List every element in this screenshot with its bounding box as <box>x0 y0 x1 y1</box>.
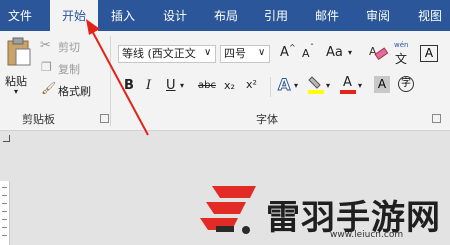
tab-review[interactable]: 审阅 <box>366 7 390 24</box>
clipboard-icon <box>7 37 31 66</box>
shrink-arrow-icon: ˇ <box>310 43 314 52</box>
ruler-tick <box>2 203 7 204</box>
font-color-button[interactable]: A <box>340 75 356 95</box>
underline-chevron-icon[interactable]: ▾ <box>180 81 184 90</box>
strikethrough-button[interactable]: abc <box>198 80 216 91</box>
ruler-tick <box>2 219 7 220</box>
font-group-label: 字体 <box>256 113 278 126</box>
font-color-bar <box>340 90 356 94</box>
font-color-text: A <box>343 75 352 90</box>
grow-font-button[interactable]: A <box>280 45 289 60</box>
clipboard-group-label: 剪贴板 <box>22 113 55 126</box>
ribbon-home: 粘贴 ▾ ✂ 剪切 ❐ 复制 🖌 格式刷 剪贴板 等线 (西文正文 ∨ 四号 ∨… <box>0 31 450 131</box>
highlight-chevron-icon[interactable]: ▾ <box>326 81 330 90</box>
enclose-characters-text: 字 <box>401 78 411 89</box>
subscript-button[interactable]: x₂ <box>224 79 235 92</box>
ruler-tick <box>2 195 7 196</box>
watermark-logo-icon <box>200 186 256 234</box>
ribbon-tab-bar: 文件 开始 插入 设计 布局 引用 邮件 审阅 视图 <box>0 0 450 31</box>
tab-layout[interactable]: 布局 <box>214 7 238 24</box>
ruler-tick <box>2 235 7 236</box>
font-dialog-launcher-icon[interactable] <box>432 114 441 123</box>
watermark-url: www.leiucn.com <box>330 230 404 240</box>
superscript-button[interactable]: x² <box>246 78 257 91</box>
paste-button[interactable]: 粘贴 ▾ <box>2 37 36 101</box>
annotation-arrow-icon <box>86 19 149 136</box>
clear-formatting-icon[interactable]: A <box>368 44 388 62</box>
text-effect-button[interactable]: A <box>277 75 290 95</box>
change-case-button[interactable]: Aa <box>326 45 343 60</box>
cut-label: 剪切 <box>58 41 80 54</box>
tab-mailings[interactable]: 邮件 <box>315 7 339 24</box>
tab-view[interactable]: 视图 <box>418 7 442 24</box>
font-size-chevron-icon[interactable]: ∨ <box>258 47 266 58</box>
font-name-chevron-icon[interactable]: ∨ <box>204 47 212 58</box>
tab-stop-icon[interactable] <box>3 135 10 142</box>
phonetic-bottom-text: 文 <box>395 52 408 66</box>
highlight-button[interactable] <box>308 75 324 95</box>
character-border-text: A <box>424 46 434 60</box>
ruler-tick <box>2 211 7 212</box>
copy-label: 复制 <box>58 63 80 76</box>
tab-file[interactable]: 文件 <box>8 7 32 24</box>
phonetic-guide-button[interactable]: wén 文 <box>392 41 414 66</box>
shrink-font-button[interactable]: A <box>302 47 310 60</box>
change-case-chevron-icon[interactable]: ▾ <box>348 48 352 57</box>
character-shading-text: A <box>377 77 387 91</box>
tab-references[interactable]: 引用 <box>264 7 288 24</box>
character-shading-button[interactable]: A <box>374 76 390 93</box>
chevron-down-icon: ▾ <box>14 87 19 96</box>
font-color-chevron-icon[interactable]: ▾ <box>358 81 362 90</box>
text-effect-chevron-icon[interactable]: ▾ <box>294 81 298 90</box>
character-border-button[interactable]: A <box>420 45 438 62</box>
scissors-icon: ✂ <box>40 38 51 53</box>
brush-icon: 🖌 <box>41 81 57 95</box>
grow-arrow-icon: ^ <box>289 43 296 52</box>
copy-icon: ❐ <box>41 60 52 74</box>
vertical-ruler <box>0 181 10 245</box>
ruler-tick <box>2 227 7 228</box>
phonetic-top-text: wén <box>394 41 409 49</box>
font-size-value: 四号 <box>224 47 246 60</box>
separator <box>270 77 271 97</box>
ruler-tick <box>2 187 7 188</box>
tab-design[interactable]: 设计 <box>163 7 187 24</box>
underline-button[interactable]: U <box>166 78 176 93</box>
enclose-characters-button[interactable]: 字 <box>398 76 414 92</box>
highlighter-icon <box>308 76 324 94</box>
